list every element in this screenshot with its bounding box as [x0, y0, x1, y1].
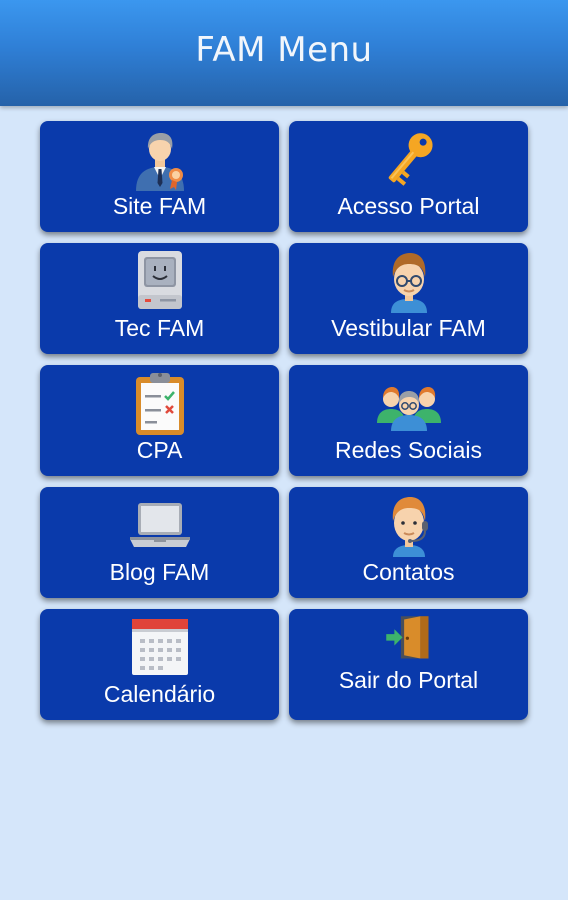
menu-tile-sair-do-portal[interactable]: Sair do Portal: [289, 609, 528, 720]
vintage-computer-icon: [128, 249, 192, 313]
businessman-icon: [128, 127, 192, 191]
menu-tile-label: Acesso Portal: [337, 193, 480, 219]
page-title: FAM Menu: [195, 30, 373, 70]
student-icon: [377, 249, 441, 313]
menu-tile-label: Vestibular FAM: [331, 315, 486, 341]
people-group-icon: [376, 371, 441, 435]
key-icon: [377, 127, 441, 191]
menu-tile-label: Blog FAM: [109, 559, 210, 585]
menu-tile-contatos[interactable]: Contatos: [289, 487, 528, 598]
calendar-icon: [128, 615, 192, 679]
menu-tile-blog-fam[interactable]: Blog FAM: [40, 487, 279, 598]
menu-tile-label: Calendário: [103, 681, 216, 707]
menu-tile-label: Sair do Portal: [338, 667, 479, 693]
menu-tile-label: Contatos: [362, 559, 455, 585]
menu-tile-tec-fam[interactable]: Tec FAM: [40, 243, 279, 354]
clipboard-checklist-icon: [128, 371, 192, 435]
menu-tile-label: CPA: [136, 437, 183, 463]
menu-tile-acesso-portal[interactable]: Acesso Portal: [289, 121, 528, 232]
menu-tile-site-fam[interactable]: Site FAM: [40, 121, 279, 232]
menu-tile-vestibular-fam[interactable]: Vestibular FAM: [289, 243, 528, 354]
laptop-icon: [128, 493, 192, 557]
menu-tile-redes-sociais[interactable]: Redes Sociais: [289, 365, 528, 476]
menu-tile-cpa[interactable]: CPA: [40, 365, 279, 476]
support-agent-icon: [377, 493, 441, 557]
menu-tile-label: Tec FAM: [114, 315, 205, 341]
menu-tile-label: Site FAM: [112, 193, 207, 219]
app-bar: FAM Menu: [0, 0, 568, 106]
menu-tile-calendario[interactable]: Calendário: [40, 609, 279, 720]
menu-tile-label: Redes Sociais: [334, 437, 483, 463]
menu-grid: Site FAM Acesso Portal Tec FAM Vestibula…: [40, 121, 528, 720]
